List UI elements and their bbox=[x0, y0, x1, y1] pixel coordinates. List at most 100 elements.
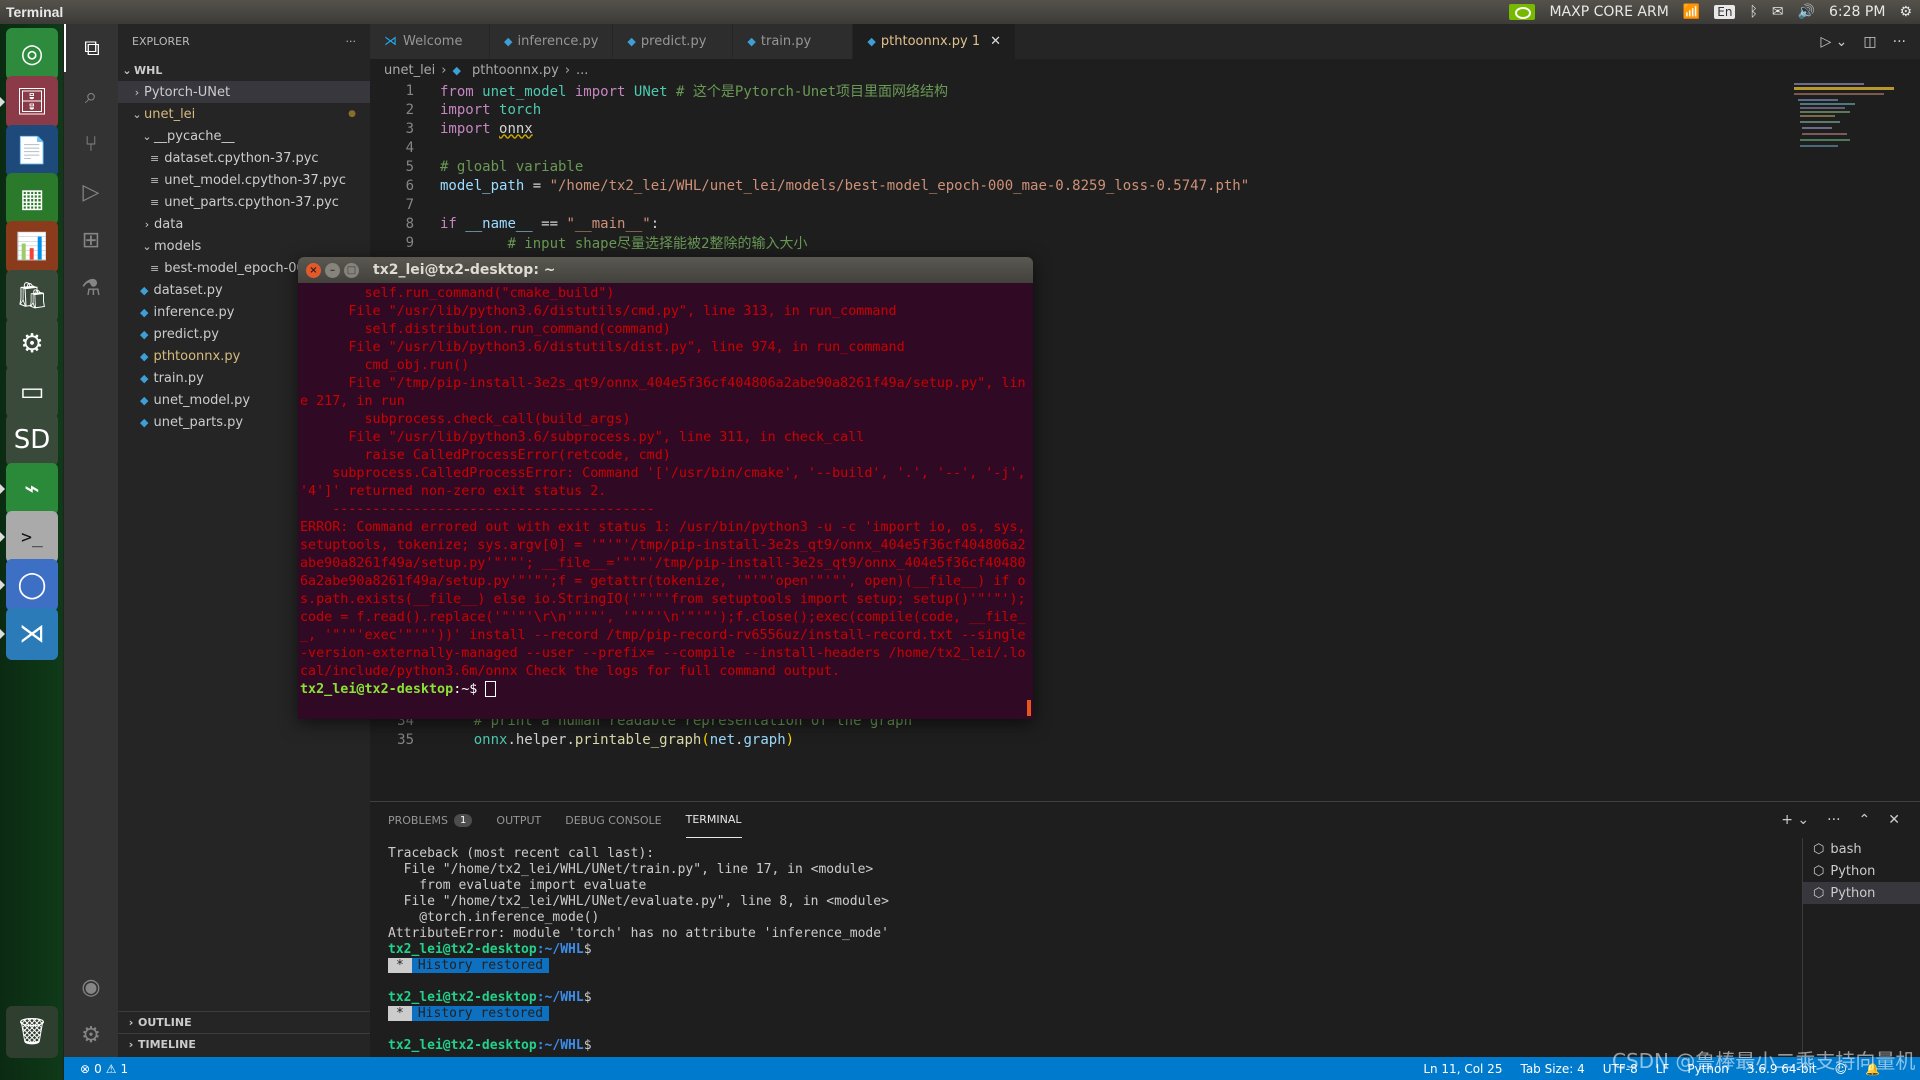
maximize-panel-icon[interactable]: ⌃ bbox=[1859, 812, 1871, 828]
tab-label: predict.py bbox=[640, 34, 707, 49]
testing-icon[interactable]: ⚗ bbox=[64, 264, 118, 312]
tab-Welcome[interactable]: ⋊ Welcome bbox=[370, 24, 490, 59]
integrated-terminal[interactable]: Traceback (most recent call last): File … bbox=[388, 846, 889, 1054]
launcher-system-settings[interactable]: ⚙ bbox=[6, 317, 58, 370]
prompt-user: tx2_lei@tx2-desktop bbox=[388, 990, 537, 1005]
tree-item-label: unet_lei bbox=[144, 106, 196, 122]
line-content: if __name__ == "__main__": bbox=[414, 216, 659, 232]
manage-gear-icon[interactable]: ⚙ bbox=[64, 1011, 118, 1059]
launcher-trash[interactable]: 🗑 bbox=[6, 1006, 58, 1058]
launcher-chromium[interactable]: ◯ bbox=[6, 559, 58, 612]
terminal-scrollbar[interactable] bbox=[1027, 700, 1031, 716]
code-line: 6 model_path = "/home/tx2_lei/WHL/unet_le… bbox=[370, 176, 1250, 195]
extensions-icon[interactable]: ⊞ bbox=[64, 216, 118, 264]
panel-tab-debug-console[interactable]: DEBUG CONSOLE bbox=[565, 802, 661, 838]
accounts-icon[interactable]: ◉ bbox=[64, 963, 118, 1011]
file-icon: ≡ bbox=[150, 173, 160, 187]
terminal-cursor bbox=[485, 681, 497, 697]
launcher-ubuntu-dash[interactable]: ◎ bbox=[6, 28, 58, 80]
launcher-libreoffice-writer[interactable]: 📄 bbox=[6, 124, 58, 177]
breadcrumb-folder[interactable]: unet_lei bbox=[384, 63, 435, 78]
panel-tab-problems[interactable]: PROBLEMS 1 bbox=[388, 802, 473, 838]
mail-icon[interactable]: ✉ bbox=[1772, 4, 1784, 20]
new-terminal-icon[interactable]: + ⌄ bbox=[1781, 812, 1809, 828]
wifi-icon[interactable]: 📶 bbox=[1683, 4, 1700, 20]
tree-item[interactable]: ⌄ __pycache__ bbox=[118, 125, 370, 147]
launcher-terminal[interactable]: >_ bbox=[6, 511, 58, 563]
terminal-output[interactable]: self.run_command("cmake_build") File "/u… bbox=[298, 283, 1033, 701]
editor-tabs: ⋊ Welcome ◆ inference.py ◆ predict.py ◆ train.p… bbox=[370, 24, 1920, 59]
tree-item[interactable]: ⌄ models bbox=[118, 235, 370, 257]
run-python-file-icon[interactable]: ▷ ⌄ bbox=[1820, 34, 1847, 50]
minimize-window-button[interactable]: – bbox=[325, 262, 340, 278]
terminal-instance[interactable]: ⬡ bash bbox=[1803, 838, 1920, 860]
explorer-more-button[interactable]: ··· bbox=[346, 35, 371, 48]
error-icon: ⊗ bbox=[80, 1061, 91, 1076]
timeline-section[interactable]: › TIMELINE bbox=[118, 1033, 370, 1055]
input-language-indicator[interactable]: En bbox=[1714, 5, 1736, 19]
launcher-files[interactable]: 🗄 bbox=[6, 76, 58, 129]
tree-item[interactable]: › Pytorch-UNet bbox=[118, 81, 370, 103]
chevron-down-icon: ⌄ bbox=[142, 129, 152, 143]
tree-item[interactable]: ≡ dataset.cpython-37.pyc bbox=[118, 147, 370, 169]
search-icon[interactable]: ⌕ bbox=[64, 72, 118, 120]
clock[interactable]: 6:28 PM bbox=[1829, 4, 1885, 20]
cursor-position[interactable]: Ln 11, Col 25 bbox=[1423, 1062, 1502, 1076]
vscode-icon: ⋊ bbox=[384, 34, 397, 49]
source-control-icon[interactable]: ⑂ bbox=[64, 120, 118, 168]
terminal-instance[interactable]: ⬡ Python bbox=[1803, 860, 1920, 882]
power-mode-label[interactable]: MAXP CORE ARM bbox=[1549, 4, 1668, 20]
launcher-libreoffice-impress[interactable]: 📊 bbox=[6, 221, 58, 274]
indentation[interactable]: Tab Size: 4 bbox=[1520, 1062, 1584, 1076]
launcher-usb-drive[interactable]: ⌁ bbox=[6, 462, 58, 515]
tab-pthtoonnx.py[interactable]: ◆ pthtoonnx.py 1 ✕ bbox=[853, 24, 1017, 59]
tree-item[interactable]: ≡ unet_parts.cpython-37.pyc bbox=[118, 191, 370, 213]
tree-item[interactable]: ≡ unet_model.cpython-37.pyc bbox=[118, 169, 370, 191]
tree-item[interactable]: ⌄ unet_lei ● bbox=[118, 103, 370, 125]
terminal-shell-icon: ⬡ bbox=[1813, 841, 1825, 857]
tree-item[interactable]: › data bbox=[118, 213, 370, 235]
tab-inference.py[interactable]: ◆ inference.py bbox=[490, 24, 614, 59]
volume-icon[interactable]: 🔊 bbox=[1798, 4, 1815, 20]
problems-indicator[interactable]: ⊗ 0 ⚠ 1 bbox=[64, 1062, 128, 1076]
breadcrumb-file[interactable]: pthtoonnx.py bbox=[472, 63, 559, 78]
close-window-button[interactable]: × bbox=[306, 262, 321, 278]
launcher-software-center[interactable]: 🛍 bbox=[6, 269, 58, 322]
tab-train.py[interactable]: ◆ train.py bbox=[733, 24, 854, 59]
panel-tab-output[interactable]: OUTPUT bbox=[496, 802, 541, 838]
file-icon: ≡ bbox=[150, 261, 160, 275]
run-debug-icon[interactable]: ▷ bbox=[64, 168, 118, 216]
tree-item-label: inference.py bbox=[153, 304, 235, 320]
tree-item-label: unet_model.py bbox=[153, 392, 251, 408]
line-number: 5 bbox=[405, 158, 414, 175]
terminal-line: File "/home/tx2_lei/WHL/UNet/evaluate.py… bbox=[388, 894, 889, 909]
code-token: # input shape尽量选择能被2整除的输入大小 bbox=[507, 235, 808, 252]
code-token: == bbox=[541, 215, 567, 232]
editor-more-icon[interactable]: ··· bbox=[1893, 34, 1906, 50]
terminal-titlebar[interactable]: × – □ tx2_lei@tx2-desktop: ~ bbox=[298, 257, 1033, 283]
minimap[interactable] bbox=[1790, 81, 1910, 161]
maximize-window-button[interactable]: □ bbox=[344, 262, 359, 278]
outline-section[interactable]: › OUTLINE bbox=[118, 1011, 370, 1033]
launcher-sd-card[interactable]: SD bbox=[6, 414, 58, 467]
breadcrumb-symbol[interactable]: ... bbox=[576, 63, 588, 78]
launcher-vscode[interactable]: ⋊ bbox=[6, 607, 58, 660]
panel-tab-terminal[interactable]: TERMINAL bbox=[685, 802, 742, 838]
close-tab-icon[interactable]: ✕ bbox=[990, 34, 1001, 49]
split-editor-icon[interactable]: ◫ bbox=[1863, 34, 1876, 50]
close-panel-icon[interactable]: ✕ bbox=[1888, 812, 1900, 828]
launcher-libreoffice-calc[interactable]: ▦ bbox=[6, 172, 58, 225]
tab-predict.py[interactable]: ◆ predict.py bbox=[613, 24, 734, 59]
outline-label: OUTLINE bbox=[138, 1016, 192, 1029]
bluetooth-icon[interactable]: ᛒ bbox=[1749, 4, 1757, 20]
explorer-icon[interactable]: ⧉ bbox=[64, 24, 118, 72]
system-power-icon[interactable]: ⚙ bbox=[1899, 4, 1912, 20]
ubuntu-terminal-window[interactable]: × – □ tx2_lei@tx2-desktop: ~ self.run_co… bbox=[298, 257, 1033, 719]
panel-more-icon[interactable]: ··· bbox=[1827, 812, 1840, 828]
chevron-right-icon: › bbox=[564, 62, 571, 78]
nvidia-icon[interactable] bbox=[1509, 4, 1536, 20]
chevron-down-icon: ⌄ bbox=[132, 107, 142, 121]
terminal-instance[interactable]: ⬡ Python bbox=[1803, 882, 1920, 904]
workspace-root[interactable]: ⌄ WHL bbox=[118, 59, 370, 81]
launcher-drive[interactable]: ▭ bbox=[6, 366, 58, 419]
